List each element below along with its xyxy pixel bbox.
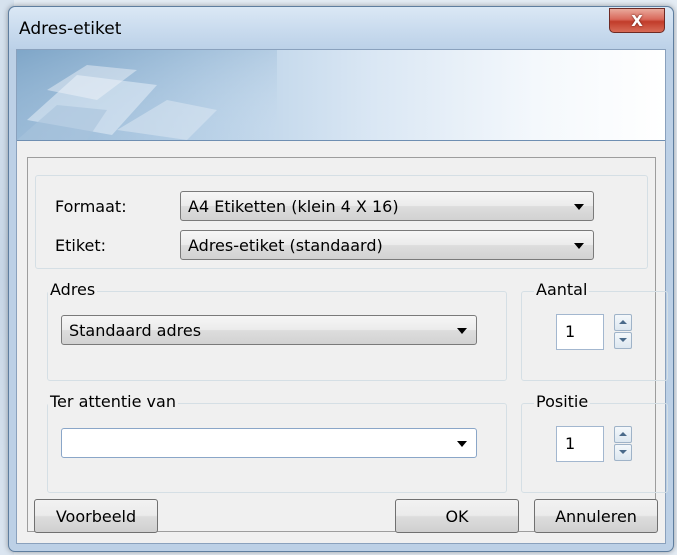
preview-button[interactable]: Voorbeeld: [34, 499, 158, 533]
aantal-input[interactable]: 1: [556, 314, 604, 350]
arrow-down-icon: [619, 450, 627, 454]
arrow-down-icon: [619, 338, 627, 342]
adres-etiket-dialog: Adres-etiket X Formaat: A4 Etiketten (kl…: [8, 6, 674, 552]
aantal-decrease-button[interactable]: [614, 332, 632, 349]
ok-button[interactable]: OK: [395, 499, 519, 533]
dialog-client-area: Formaat: A4 Etiketten (klein 4 X 16) Eti…: [16, 49, 668, 544]
positie-value: 1: [565, 434, 576, 453]
header-banner: [17, 50, 665, 141]
window-title: Adres-etiket: [19, 19, 122, 39]
positie-increase-button[interactable]: [614, 426, 632, 443]
positie-spinner: [614, 426, 632, 462]
positie-input[interactable]: 1: [556, 426, 604, 462]
positie-decrease-button[interactable]: [614, 444, 632, 461]
arrow-up-icon: [619, 432, 627, 436]
cancel-button[interactable]: Annuleren: [534, 499, 658, 533]
etiket-label: Etiket:: [55, 236, 107, 255]
close-icon: X: [631, 11, 643, 30]
aantal-increase-button[interactable]: [614, 314, 632, 331]
adres-value: Standaard adres: [69, 321, 202, 340]
positie-group-label: Positie: [534, 392, 591, 411]
aantal-group-label: Aantal: [534, 280, 590, 299]
chevron-down-icon: [457, 328, 467, 334]
attentie-group-label: Ter attentie van: [48, 392, 178, 411]
formaat-label: Formaat:: [55, 197, 127, 216]
formaat-value: A4 Etiketten (klein 4 X 16): [188, 197, 399, 216]
aantal-spinner: [614, 314, 632, 350]
aantal-value: 1: [565, 322, 576, 341]
formaat-dropdown[interactable]: A4 Etiketten (klein 4 X 16): [180, 191, 594, 221]
etiket-dropdown[interactable]: Adres-etiket (standaard): [180, 230, 594, 260]
chevron-down-icon: [574, 243, 584, 249]
close-button[interactable]: X: [609, 8, 665, 33]
adres-dropdown[interactable]: Standaard adres: [61, 315, 477, 345]
attentie-combobox[interactable]: [61, 428, 477, 458]
title-bar[interactable]: Adres-etiket X: [9, 7, 673, 49]
adres-group-label: Adres: [48, 280, 98, 299]
options-panel: Formaat: A4 Etiketten (klein 4 X 16) Eti…: [27, 157, 668, 533]
banner-image: [17, 50, 277, 140]
chevron-down-icon: [574, 204, 584, 210]
chevron-down-icon: [457, 441, 467, 447]
etiket-value: Adres-etiket (standaard): [188, 236, 383, 255]
arrow-up-icon: [619, 320, 627, 324]
